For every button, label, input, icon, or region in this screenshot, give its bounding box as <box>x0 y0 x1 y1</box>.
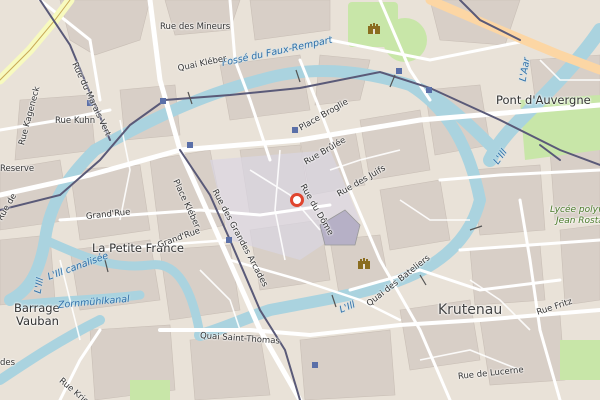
school-name-line1: Lycée polyv <box>550 205 600 215</box>
park-south <box>560 340 600 380</box>
street-des: des <box>0 358 16 368</box>
park-sw <box>130 380 170 400</box>
place-krutenau: Krutenau <box>438 302 503 318</box>
street-reserve: Reserve <box>0 164 35 174</box>
place-vauban: Vauban <box>16 314 59 328</box>
street-mineurs: Rue des Mineurs <box>160 22 231 32</box>
street-kuhn: Rue Kuhn <box>55 116 96 126</box>
map-view[interactable]: La Petite France Krutenau Barrage Vauban… <box>0 0 600 400</box>
place-pont-dauvergne: Pont d'Auvergne <box>496 93 591 107</box>
school-name-line2: Jean Rosta <box>556 216 600 226</box>
castle-icon <box>357 257 371 269</box>
place-barrage: Barrage <box>14 301 60 315</box>
castle-icon <box>367 22 381 34</box>
